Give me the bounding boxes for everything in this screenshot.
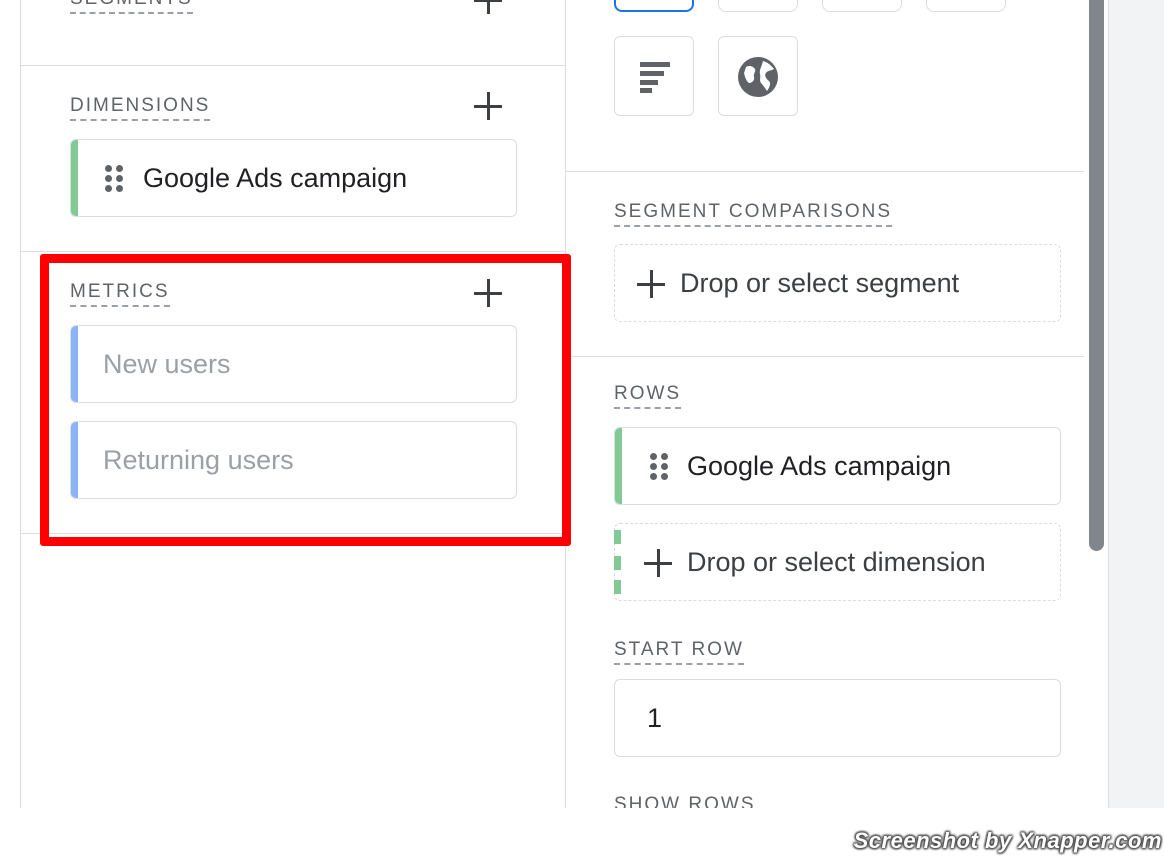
left-border [20, 0, 21, 808]
start-row-input[interactable]: 1 [614, 679, 1061, 757]
viz-option-table[interactable] [614, 0, 694, 12]
plus-icon [644, 549, 672, 577]
dropzone-accent [614, 530, 621, 544]
viz-option-donut[interactable] [718, 0, 798, 12]
globe-icon [738, 57, 778, 97]
segments-label: SEGMENTS [70, 0, 193, 14]
right-gutter [1108, 0, 1164, 808]
segment-comparisons-label: SEGMENT COMPARISONS [614, 201, 892, 227]
row-dimension-dropzone[interactable]: Drop or select dimension [614, 523, 1061, 601]
viz-option-line[interactable] [822, 0, 902, 12]
divider [21, 65, 565, 66]
dropzone-accent [614, 580, 621, 594]
divider [21, 251, 565, 252]
dimension-chip-label: Google Ads campaign [143, 162, 408, 193]
watermark-text: Screenshot by Xnapper.com [853, 828, 1162, 853]
bar-chart-horizontal-icon [640, 62, 670, 93]
row-chip-google-ads-campaign[interactable]: Google Ads campaign [614, 427, 1061, 505]
scrollbar-thumb[interactable] [1089, 0, 1104, 551]
drag-handle-icon[interactable] [105, 165, 125, 192]
add-dimension-button[interactable] [474, 92, 502, 120]
dimensions-label: DIMENSIONS [70, 95, 211, 121]
rows-label: ROWS [614, 383, 682, 409]
add-segment-button[interactable] [474, 0, 502, 14]
divider [566, 171, 1084, 172]
viz-option-scatter[interactable] [926, 0, 1006, 12]
viz-option-geo-map[interactable] [718, 36, 798, 116]
segment-comparison-dropzone[interactable]: Drop or select segment [614, 244, 1061, 322]
highlight-annotation [40, 254, 571, 546]
start-row-value: 1 [647, 702, 663, 733]
dropzone-accent [614, 556, 621, 570]
dimension-chip-google-ads-campaign[interactable]: Google Ads campaign [70, 139, 517, 217]
dropzone-text: Drop or select dimension [687, 546, 986, 577]
dimension-color-bar [71, 140, 78, 216]
dropzone-text: Drop or select segment [680, 267, 960, 298]
plus-icon [637, 270, 665, 298]
drag-handle-icon[interactable] [650, 453, 670, 480]
row-chip-label: Google Ads campaign [687, 450, 952, 481]
divider [566, 356, 1084, 357]
row-color-bar [615, 428, 622, 504]
show-rows-label: SHOW ROWS [614, 794, 756, 808]
explore-settings-panel: SEGMENTS DIMENSIONS Google Ads campaign … [0, 0, 1164, 808]
start-row-label: START ROW [614, 639, 744, 665]
viz-option-bar[interactable] [614, 36, 694, 116]
